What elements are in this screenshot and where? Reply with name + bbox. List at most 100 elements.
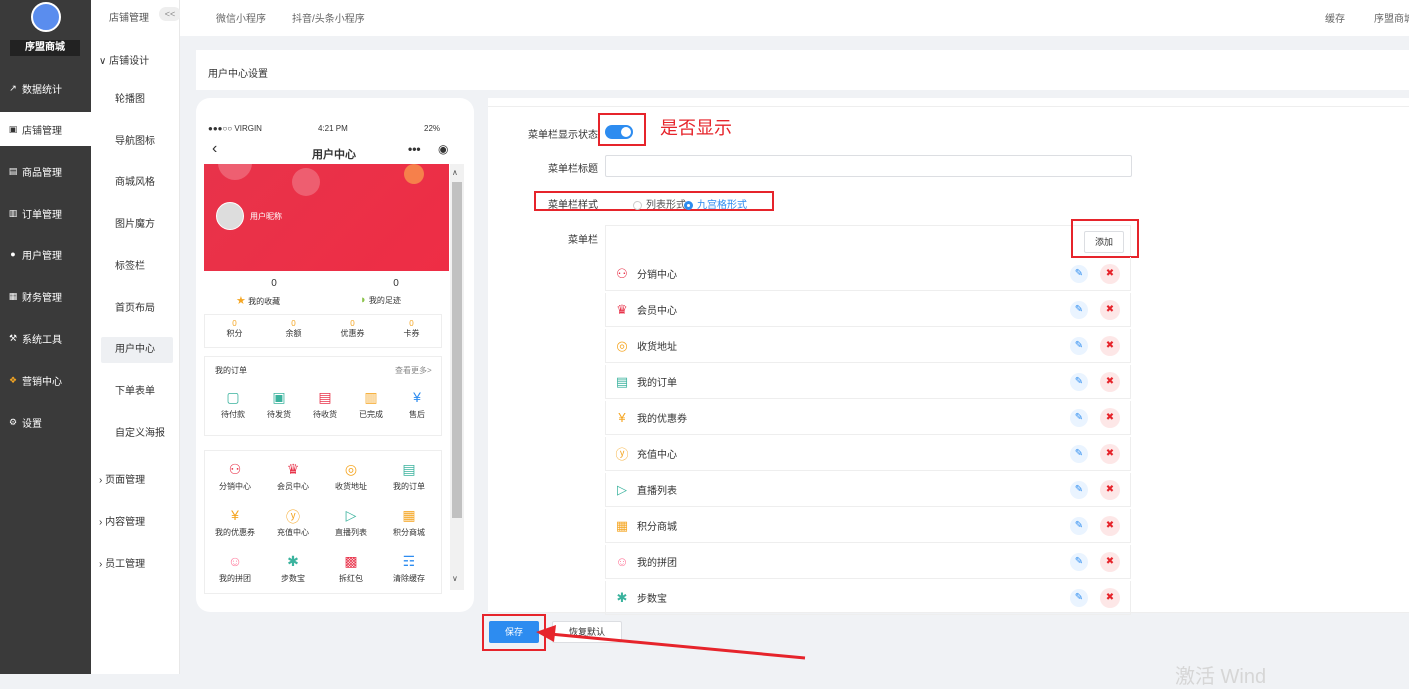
people-icon: ☺ — [227, 553, 243, 569]
add-menu-button[interactable]: 添加 — [1084, 231, 1124, 253]
grid-steps[interactable]: ✱ 步数宝 — [267, 553, 319, 584]
sub-item-order-form[interactable]: 下单表单 — [101, 379, 173, 405]
edit-icon[interactable]: ✎ — [1070, 588, 1088, 607]
sub-group-store-design[interactable]: ∨ 店铺设计 — [99, 52, 149, 67]
edit-icon[interactable]: ✎ — [1070, 300, 1088, 319]
order-pending-receive[interactable]: ▤ 待收货 — [299, 389, 351, 420]
sub-nav-header: 店铺管理 — [109, 13, 149, 24]
menu-row-label: 积分商城 — [637, 522, 677, 533]
edit-icon[interactable]: ✎ — [1070, 336, 1088, 355]
order-pending-ship[interactable]: ▣ 待发货 — [253, 389, 305, 420]
cache-link[interactable]: 缓存 — [1325, 10, 1345, 25]
orders-title: 我的订单 — [215, 366, 247, 375]
orders-more-link[interactable]: 查看更多> — [395, 365, 432, 376]
delete-icon[interactable]: ✖ — [1100, 479, 1120, 500]
delete-icon[interactable]: ✖ — [1100, 371, 1120, 392]
favorites[interactable]: ★ 我的收藏 — [236, 294, 280, 307]
sub-item-style[interactable]: 商城风格 — [101, 170, 173, 196]
asset-points[interactable]: 0 积分 — [205, 319, 264, 339]
sub-item-nav-icons[interactable]: 导航图标 — [101, 129, 173, 155]
back-icon[interactable]: ‹ — [212, 140, 217, 158]
delete-icon[interactable]: ✖ — [1100, 515, 1120, 536]
delete-icon[interactable]: ✖ — [1100, 443, 1120, 464]
grid-member[interactable]: ♛ 会员中心 — [267, 461, 319, 492]
grid-address[interactable]: ◎ 收货地址 — [325, 461, 377, 492]
asset-cards[interactable]: 0 卡券 — [382, 319, 441, 339]
scroll-up-icon[interactable]: ∧ — [452, 168, 458, 177]
edit-icon[interactable]: ✎ — [1070, 552, 1088, 571]
sub-item-user-center[interactable]: 用户中心 — [101, 337, 173, 363]
collapse-button[interactable]: << — [159, 7, 181, 21]
menu-title-input[interactable] — [605, 155, 1132, 177]
grid-distribution[interactable]: ⚇ 分销中心 — [209, 461, 261, 492]
nav-item-users[interactable]: ● 用户管理 — [0, 237, 91, 271]
edit-icon[interactable]: ✎ — [1070, 480, 1088, 499]
more-icon[interactable]: ••• — [408, 142, 421, 156]
delete-icon[interactable]: ✖ — [1100, 335, 1120, 356]
brand-name: 序盟商城 — [10, 40, 80, 56]
order-pending-pay[interactable]: ▢ 待付款 — [207, 389, 259, 420]
radio-icon — [633, 200, 642, 210]
nav-item-store[interactable]: ▣ 店铺管理 — [0, 112, 91, 146]
nav-item-orders[interactable]: ▥ 订单管理 — [0, 196, 91, 230]
delete-icon[interactable]: ✖ — [1100, 263, 1120, 284]
tab-wechat[interactable]: 微信小程序 — [216, 10, 266, 25]
menu-row-label: 会员中心 — [637, 306, 677, 317]
phone-scroll-thumb[interactable] — [452, 182, 462, 518]
edit-icon[interactable]: ✎ — [1070, 408, 1088, 427]
store-icon: ▣ — [8, 123, 18, 134]
nav-item-finance[interactable]: ▦ 财务管理 — [0, 279, 91, 313]
delete-icon[interactable]: ✖ — [1100, 299, 1120, 320]
coupon-icon: ¥ — [231, 507, 239, 523]
grid-live[interactable]: ▷ 直播列表 — [325, 507, 377, 538]
grid-recharge[interactable]: ⓨ 充值中心 — [267, 507, 319, 538]
nav-item-marketing[interactable]: ❖ 营销中心 — [0, 363, 91, 397]
nav-item-stats[interactable]: ↗ 数据统计 — [0, 71, 91, 105]
style-list-radio[interactable]: 列表形式 — [633, 196, 686, 211]
delete-icon[interactable]: ✖ — [1100, 407, 1120, 428]
delete-icon[interactable]: ✖ — [1100, 587, 1120, 608]
tab-douyin[interactable]: 抖音/头条小程序 — [292, 10, 365, 25]
asset-coupons[interactable]: 0 优惠券 — [323, 319, 382, 339]
sub-item-tabbar[interactable]: 标签栏 — [101, 254, 173, 280]
style-grid-radio[interactable]: 九宫格形式 — [684, 196, 747, 211]
chart-icon: ↗ — [9, 82, 17, 93]
avatar — [216, 202, 244, 230]
sub-group-staff[interactable]: › 员工管理 — [99, 555, 145, 570]
menu-grid: ⚇ 分销中心 ♛ 会员中心 ◎ 收货地址 ▤ 我的订单 ¥ 我的优惠券 ⓨ 充值中心 ▷ 直播… — [204, 450, 442, 594]
grid-coupons[interactable]: ¥ 我的优惠券 — [209, 507, 261, 538]
menu-row-label: 充值中心 — [637, 450, 677, 461]
edit-icon[interactable]: ✎ — [1070, 444, 1088, 463]
sub-item-home-layout[interactable]: 首页布局 — [101, 296, 173, 322]
edit-icon[interactable]: ✎ — [1070, 264, 1088, 283]
sub-item-poster[interactable]: 自定义海报 — [101, 421, 173, 447]
asset-balance[interactable]: 0 余额 — [264, 319, 323, 339]
order-completed[interactable]: ▥ 已完成 — [345, 389, 397, 420]
grid-red-packet[interactable]: ▩ 拆红包 — [325, 553, 377, 584]
delete-icon[interactable]: ✖ — [1100, 551, 1120, 572]
menu-row-label: 我的优惠券 — [637, 414, 687, 425]
document-icon: ▤ — [615, 373, 629, 389]
nav-item-settings[interactable]: ⚙ 设置 — [0, 405, 91, 439]
nav-item-goods[interactable]: ▤ 商品管理 — [0, 154, 91, 188]
order-after-sale[interactable]: ¥ 售后 — [391, 389, 443, 420]
grid-points-mall[interactable]: ▦ 积分商城 — [383, 507, 435, 538]
sub-item-carousel[interactable]: 轮播图 — [101, 87, 173, 113]
annotation-show: 是否显示 — [660, 118, 732, 139]
sub-group-content[interactable]: › 内容管理 — [99, 513, 145, 528]
people-icon: ☺ — [615, 554, 629, 569]
sub-group-pages[interactable]: › 页面管理 — [99, 471, 145, 486]
grid-clear-cache[interactable]: ☶ 清除缓存 — [383, 553, 435, 584]
nav-item-tools[interactable]: ⚒ 系统工具 — [0, 321, 91, 355]
wrench-icon: ⚒ — [8, 332, 18, 343]
edit-icon[interactable]: ✎ — [1070, 372, 1088, 391]
scroll-down-icon[interactable]: ∨ — [452, 574, 458, 583]
grid-group-buy[interactable]: ☺ 我的拼团 — [209, 553, 261, 584]
grid-orders[interactable]: ▤ 我的订单 — [383, 461, 435, 492]
target-icon[interactable]: ◉ — [438, 142, 448, 156]
user-menu[interactable]: 序盟商城 — [1374, 10, 1409, 25]
sub-item-image-cube[interactable]: 图片魔方 — [101, 212, 173, 238]
menu-visible-toggle[interactable] — [605, 125, 633, 139]
edit-icon[interactable]: ✎ — [1070, 516, 1088, 535]
footprints[interactable]: ◗ 我的足迹 — [360, 294, 401, 306]
